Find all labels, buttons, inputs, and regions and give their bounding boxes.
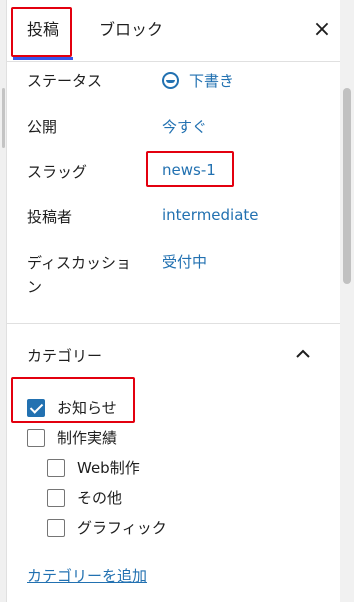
category-item[interactable]: グラフィック <box>47 517 167 538</box>
edge-marker <box>2 88 5 148</box>
slug-label: スラッグ <box>27 163 88 181</box>
status-value-text: 下書き <box>189 72 235 90</box>
discussion-label: ディスカッション <box>27 254 131 296</box>
categories-panel-title[interactable]: カテゴリー <box>27 345 102 366</box>
category-label: 制作実績 <box>57 429 118 447</box>
scrollbar-thumb[interactable] <box>343 88 351 284</box>
status-value[interactable]: 下書き <box>162 70 234 91</box>
category-label: グラフィック <box>77 519 167 537</box>
category-label: その他 <box>77 489 123 507</box>
author-value[interactable]: intermediate <box>162 206 259 224</box>
category-item[interactable]: その他 <box>47 487 122 508</box>
status-label: ステータス <box>27 72 103 90</box>
tab-block[interactable]: ブロック <box>99 16 163 44</box>
scrollbar[interactable] <box>340 0 354 602</box>
category-item[interactable]: Web制作 <box>47 457 140 478</box>
category-label: Web制作 <box>77 459 140 477</box>
close-icon[interactable]: × <box>308 16 336 44</box>
editor-edge <box>0 0 7 602</box>
category-checkbox[interactable] <box>27 428 45 447</box>
discussion-value[interactable]: 受付中 <box>162 251 207 272</box>
highlight-box-tab <box>11 7 72 57</box>
category-checkbox[interactable] <box>47 488 65 507</box>
category-checkbox[interactable] <box>47 458 65 477</box>
add-category-link[interactable]: カテゴリーを追加 <box>27 565 147 586</box>
active-tab-indicator <box>13 57 73 60</box>
highlight-box-category <box>11 377 135 423</box>
category-checkbox[interactable] <box>47 518 65 537</box>
publish-label: 公開 <box>27 118 58 136</box>
chevron-up-icon[interactable] <box>294 345 312 363</box>
highlight-box-slug <box>146 151 234 187</box>
author-label: 投稿者 <box>27 208 73 226</box>
draft-status-icon <box>162 72 179 89</box>
category-item[interactable]: 制作実績 <box>27 427 117 448</box>
publish-value[interactable]: 今すぐ <box>162 116 207 137</box>
section-divider <box>7 323 340 324</box>
